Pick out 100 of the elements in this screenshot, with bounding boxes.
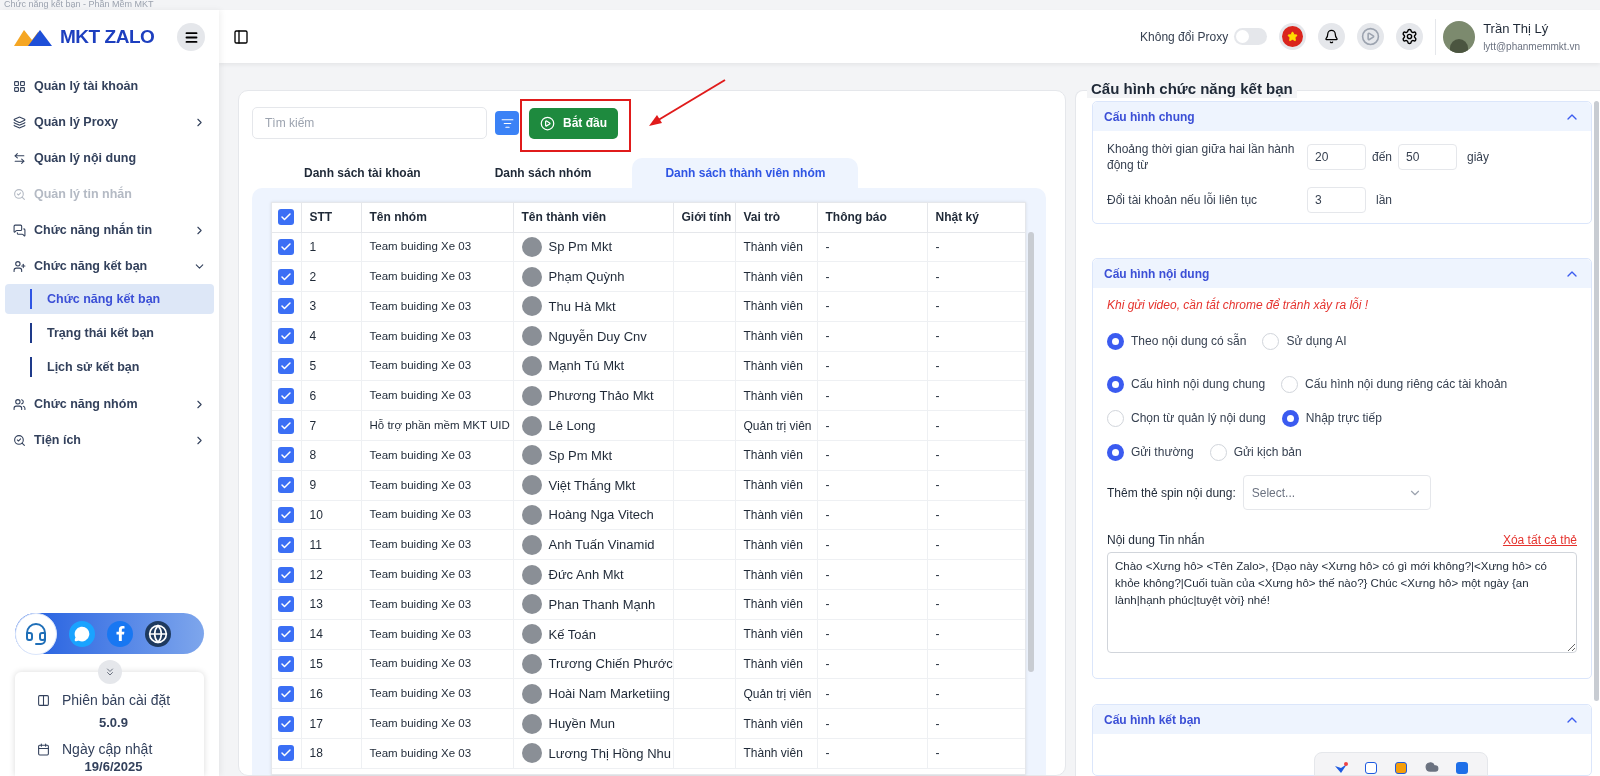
checkbox[interactable] [278, 238, 295, 255]
checkbox[interactable] [278, 298, 295, 315]
checkbox[interactable] [278, 477, 295, 494]
submenu-item[interactable]: Chức năng kết bạn [5, 284, 214, 314]
table-cell: 7 [301, 410, 361, 441]
table-cell: Team buiding Xe 03 [361, 559, 513, 590]
table-cell: - [927, 261, 1025, 292]
sidebar-item[interactable]: Chức năng nhóm [0, 386, 219, 422]
facebook-button[interactable] [107, 620, 133, 647]
submenu-item[interactable]: Trạng thái kết bạn [5, 318, 214, 348]
check-icon [280, 389, 293, 402]
panel-icon[interactable] [233, 28, 249, 45]
avatar [521, 236, 542, 257]
proxy-switch[interactable] [1234, 28, 1268, 45]
sidebar-item[interactable]: Quản lý Proxy [0, 104, 219, 140]
checkbox[interactable] [278, 358, 295, 375]
collapse-button[interactable] [97, 660, 122, 684]
table-cell: Thành viên [735, 500, 817, 530]
tab[interactable]: Danh sách thành viên nhóm [632, 158, 859, 188]
member-name: Đức Anh Mkt [548, 565, 624, 584]
member-name: Việt Thắng Mkt [548, 476, 636, 495]
table-cell: - [817, 321, 927, 352]
checkbox[interactable] [278, 447, 295, 464]
member-name: Anh Tuấn Vinamid [548, 536, 655, 555]
number-field[interactable]: 20 [1307, 144, 1366, 170]
table-cell: Thành viên [735, 470, 817, 501]
section-header[interactable]: Cấu hình kết bạn [1093, 705, 1591, 734]
avatar [521, 326, 542, 347]
checkbox[interactable] [278, 685, 295, 702]
checkbox[interactable] [278, 715, 295, 732]
play-button[interactable] [1357, 23, 1385, 50]
support-button[interactable] [15, 612, 57, 655]
table-cell: Team buiding Xe 03 [361, 649, 513, 679]
column-header: Vai trò [735, 203, 817, 232]
checkbox[interactable] [278, 596, 295, 613]
flag-button[interactable] [1279, 23, 1307, 50]
checkbox[interactable] [278, 626, 295, 643]
settings-button[interactable] [1396, 23, 1424, 50]
radio-option[interactable]: Cấu hình nội dung riêng các tài khoản [1281, 375, 1508, 393]
sidebar-item[interactable]: Quản lý nội dung [0, 140, 219, 176]
table-cell: Thành viên [735, 708, 817, 739]
start-button[interactable]: Bắt đầu [529, 107, 618, 139]
number-field[interactable]: 3 [1307, 187, 1366, 213]
checkbox[interactable] [278, 387, 295, 404]
table-cell: Team buiding Xe 03 [361, 440, 513, 471]
checkbox[interactable] [278, 507, 295, 524]
member-name: Lương Thị Hồng Nhu [548, 744, 671, 763]
sidebar-item[interactable]: Chức năng kết bạn [0, 248, 219, 284]
tab[interactable]: Danh sách tài khoản [271, 158, 454, 188]
radio-option[interactable]: Gửi kịch bản [1209, 443, 1302, 461]
checkbox[interactable] [278, 268, 295, 285]
radio-option[interactable]: Sử dụng AI [1262, 332, 1347, 350]
table-cell: 13 [301, 589, 361, 620]
radio-option[interactable]: Chọn từ quản lý nội dung [1107, 409, 1266, 427]
table-cell: - [927, 649, 1025, 679]
spin-select[interactable]: Select... [1242, 475, 1431, 510]
checkbox[interactable] [278, 417, 295, 434]
table-cell: - [817, 589, 927, 620]
sidebar-item[interactable]: Tiện ích [0, 422, 219, 458]
scrollbar-thumb[interactable] [1594, 101, 1599, 701]
section-header[interactable]: Cấu hình chung [1093, 102, 1591, 131]
table-cell: - [817, 351, 927, 381]
tab[interactable]: Danh sách nhóm [461, 158, 625, 188]
radio-option[interactable]: Theo nội dung có sẵn [1107, 332, 1247, 350]
bird-icon[interactable] [1333, 762, 1348, 774]
number-field[interactable]: 50 [1398, 144, 1458, 170]
avatar[interactable] [1443, 20, 1476, 53]
scrollbar-thumb[interactable] [1028, 232, 1034, 672]
table-cell: - [927, 351, 1025, 381]
menu-button[interactable] [177, 23, 205, 51]
member-name: Thu Hà Mkt [548, 297, 616, 316]
chat-app-button[interactable] [69, 620, 95, 647]
cloud-icon[interactable] [1424, 760, 1439, 774]
globe-button[interactable] [145, 620, 171, 647]
message-field[interactable]: Chào <Xưng hô> <Tên Zalo>, {Dạo này <Xưng hô> có gì mới không?|<Xưng hô> có khỏe không?|Cuối tuần của <Xưng hô> thế nào?} Chúc <Xưng hô> một ngày {an lành|hạnh phúc|tuyệt vời} nhé! [1107, 552, 1577, 653]
search-check-icon [13, 433, 26, 447]
table-cell: Thành viên [735, 589, 817, 620]
submenu-item[interactable]: Lịch sử kết bạn [5, 352, 214, 382]
notification-button[interactable] [1318, 23, 1346, 50]
checkbox[interactable] [278, 209, 295, 226]
radio-option[interactable]: Gửi thường [1107, 443, 1194, 461]
checkbox[interactable] [278, 536, 295, 553]
sidebar-item[interactable]: Chức năng nhắn tin [0, 212, 219, 248]
check-icon [280, 717, 293, 730]
search-field[interactable]: Tìm kiếm [252, 107, 487, 139]
app-icon[interactable] [1456, 762, 1469, 774]
checkbox[interactable] [278, 328, 295, 345]
radio-option[interactable]: Nhập trực tiếp [1281, 409, 1382, 427]
table-cell: Team buiding Xe 03 [361, 381, 513, 411]
radio-option[interactable]: Cấu hình nội dung chung [1107, 375, 1266, 393]
checkbox[interactable] [278, 656, 295, 673]
checkbox[interactable] [278, 566, 295, 583]
table-cell: Team buiding Xe 03 [361, 321, 513, 352]
sidebar-item[interactable]: Quản lý tài khoản [0, 68, 219, 104]
table-cell: 9 [301, 470, 361, 501]
photo-icon[interactable] [1395, 762, 1407, 774]
clear-tags-link[interactable]: Xóa tất cả thẻ [1502, 531, 1577, 549]
section-header[interactable]: Cấu hình nội dung [1093, 259, 1591, 288]
filter-button[interactable] [495, 111, 519, 135]
checkbox[interactable] [278, 745, 295, 762]
